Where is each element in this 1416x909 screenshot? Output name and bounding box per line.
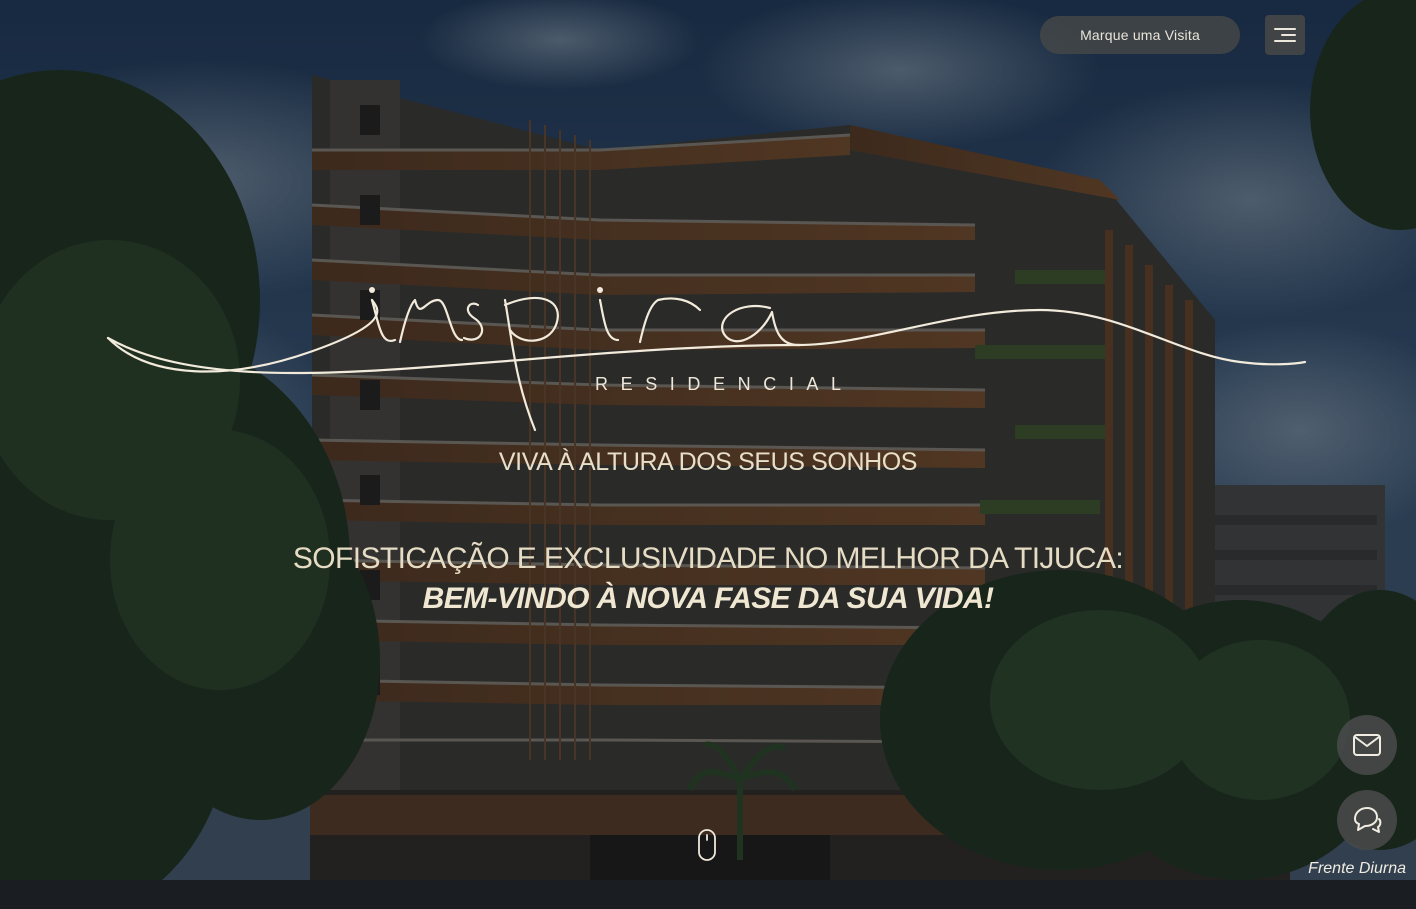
hero-headline-line1: SOFISTICAÇÃO E EXCLUSIVIDADE NO MELHOR D…	[292, 542, 1124, 575]
chat-contact-button[interactable]	[1337, 790, 1397, 850]
mouse-scroll-icon	[698, 829, 716, 861]
email-contact-button[interactable]	[1337, 715, 1397, 775]
scroll-down-button[interactable]	[697, 828, 717, 862]
image-caption: Frente Diurna	[1308, 860, 1406, 877]
hero-section: Marque uma Visita RESIDENCIAL VIVA À ALT…	[0, 0, 1416, 909]
hero-headline-line2: BEM-VINDO À NOVA FASE DA SUA VIDA!	[422, 582, 994, 615]
hero-tagline: VIVA À ALTURA DOS SEUS SONHOS	[498, 448, 918, 476]
logo-subtitle: RESIDENCIAL	[595, 374, 854, 394]
chat-bubbles-icon	[1354, 807, 1382, 833]
mail-icon	[1353, 734, 1381, 756]
